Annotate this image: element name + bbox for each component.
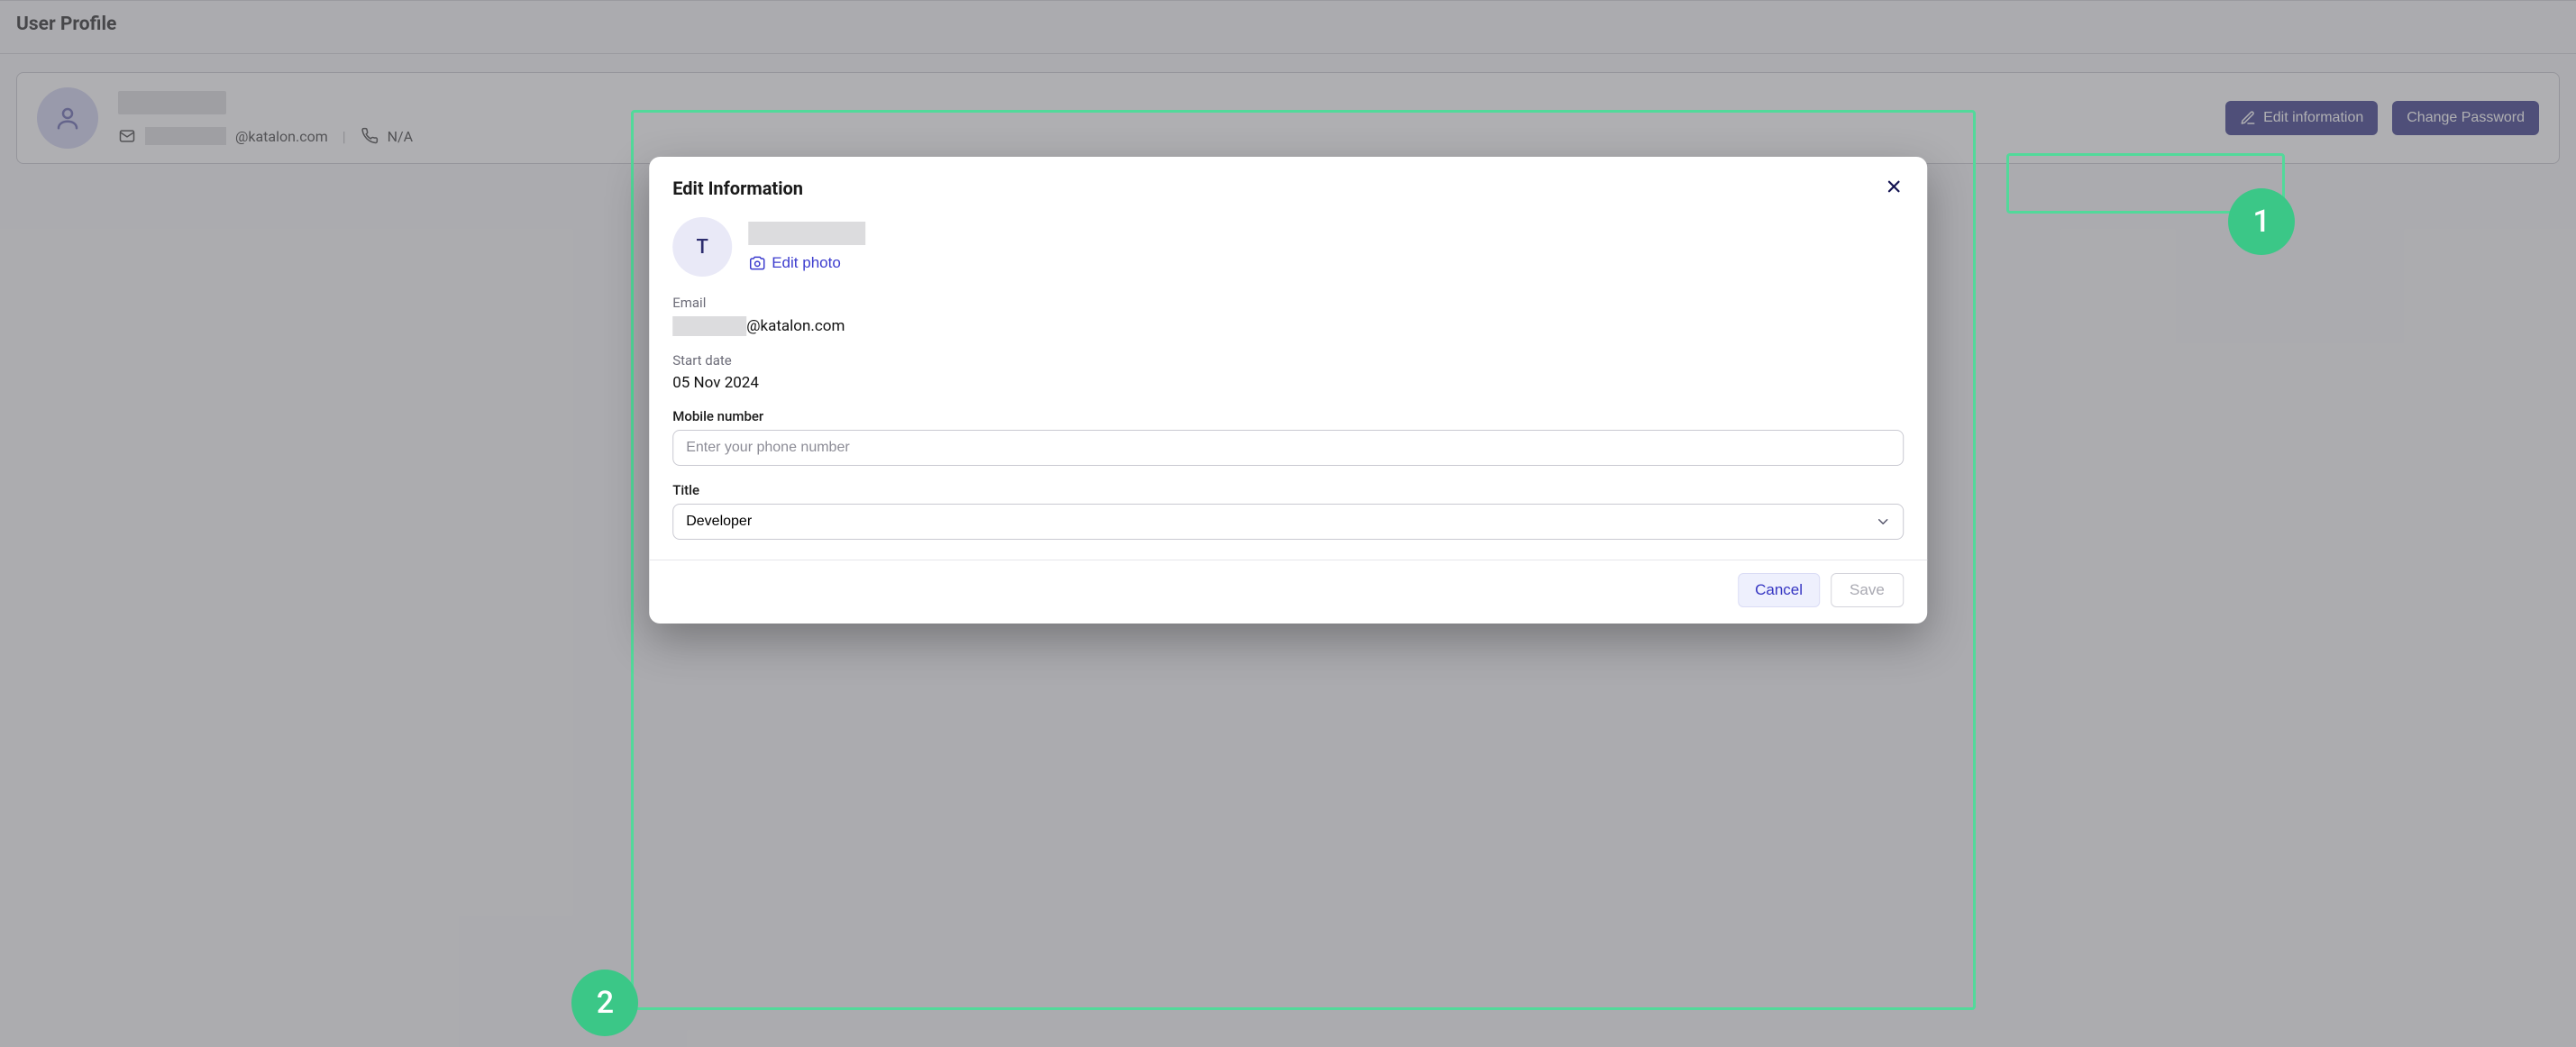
avatar-row: T Edit photo bbox=[672, 217, 1904, 277]
title-label: Title bbox=[672, 482, 1904, 498]
redacted-modal-name bbox=[748, 222, 865, 245]
close-icon bbox=[1886, 178, 1902, 195]
title-select[interactable]: Developer bbox=[672, 504, 1904, 540]
camera-icon bbox=[748, 254, 766, 272]
mobile-number-input[interactable] bbox=[672, 430, 1904, 466]
modal-body: Edit Information T Edit photo Email @kat… bbox=[649, 157, 1927, 560]
avatar-info: Edit photo bbox=[748, 222, 865, 272]
modal-avatar: T bbox=[672, 217, 732, 277]
email-label: Email bbox=[672, 295, 1904, 311]
modal-footer: Cancel Save bbox=[649, 560, 1927, 624]
mobile-number-label: Mobile number bbox=[672, 408, 1904, 424]
edit-photo-button[interactable]: Edit photo bbox=[748, 254, 865, 272]
email-value: @katalon.com bbox=[672, 316, 1904, 336]
start-date-value: 05 Nov 2024 bbox=[672, 374, 1904, 392]
modal-header: Edit Information bbox=[672, 177, 1904, 199]
title-select-wrap: Developer bbox=[672, 504, 1904, 540]
cancel-button[interactable]: Cancel bbox=[1738, 573, 1820, 607]
edit-photo-label: Edit photo bbox=[772, 254, 841, 272]
save-button[interactable]: Save bbox=[1831, 573, 1904, 607]
modal-title: Edit Information bbox=[672, 178, 803, 199]
edit-information-modal: Edit Information T Edit photo Email @kat… bbox=[649, 157, 1927, 624]
redacted-email-local-modal bbox=[672, 316, 746, 336]
email-domain-modal: @katalon.com bbox=[746, 317, 845, 335]
close-button[interactable] bbox=[1884, 177, 1904, 199]
start-date-label: Start date bbox=[672, 352, 1904, 369]
